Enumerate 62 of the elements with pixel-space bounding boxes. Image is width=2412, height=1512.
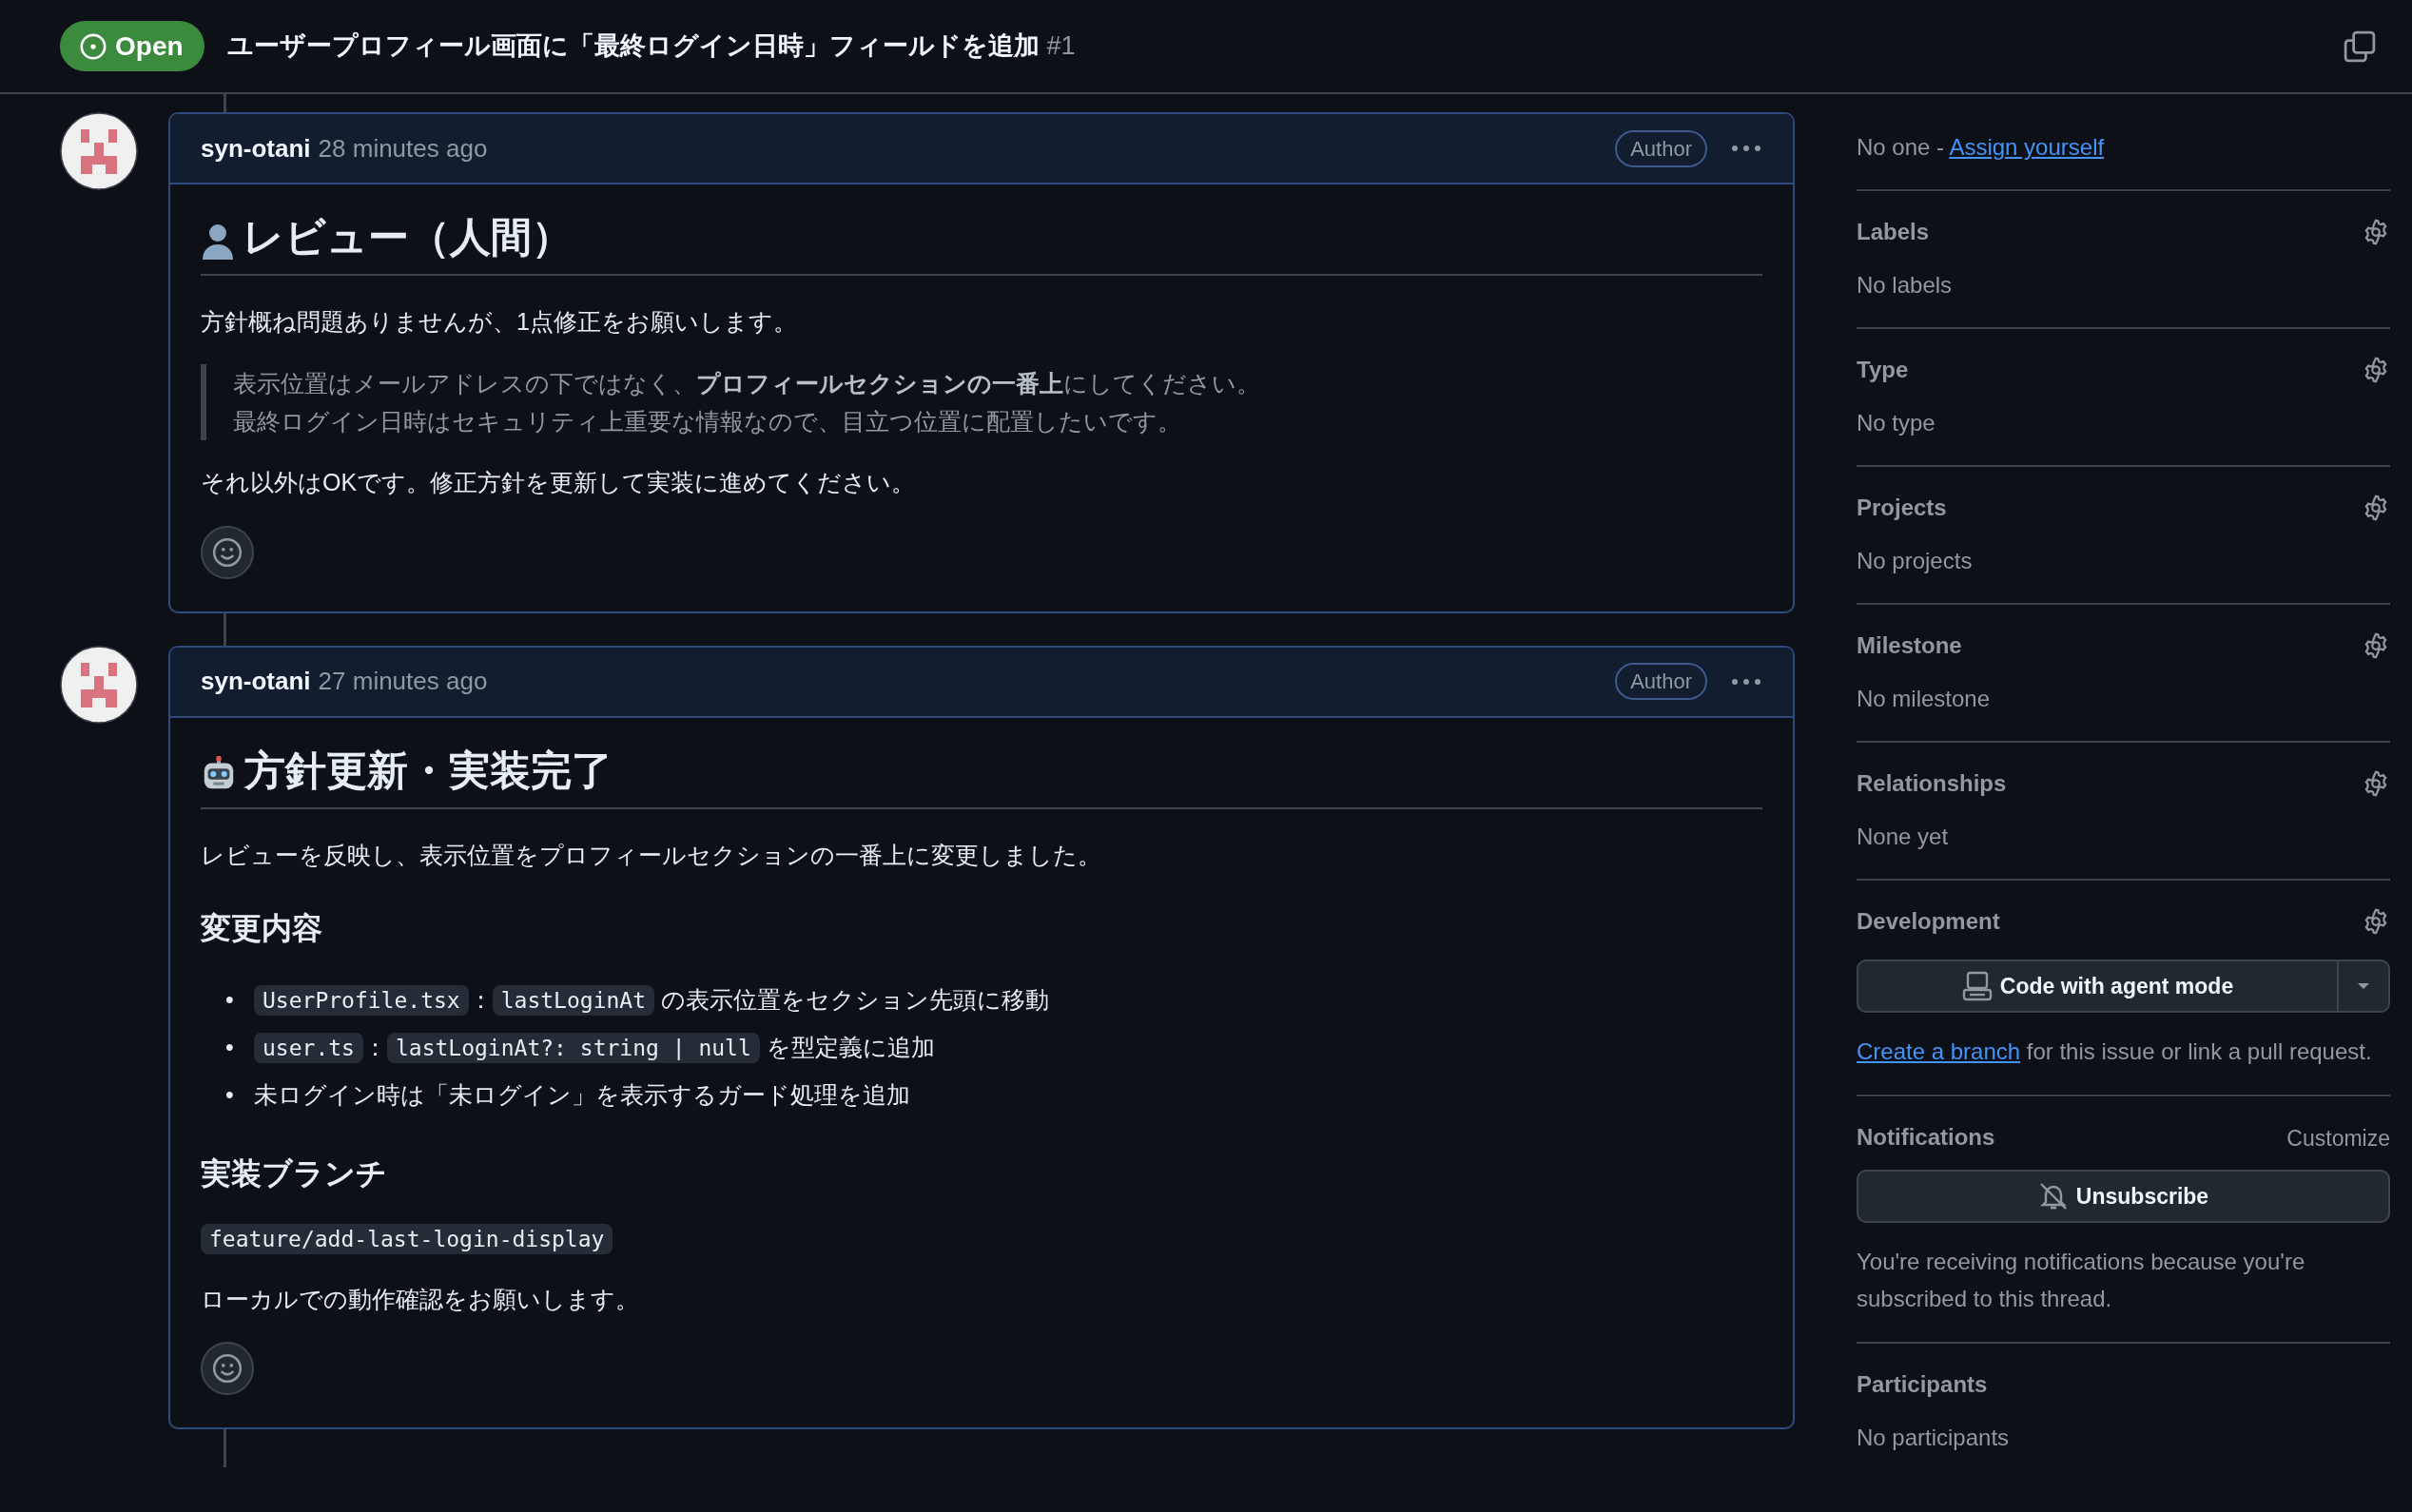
assign-link[interactable]: Assign yourself [1949,134,2105,160]
author-link[interactable]: syn-otani [201,663,311,701]
section-title: Notifications [1857,1123,1995,1153]
inline-code: lastLoginAt [492,985,655,1017]
inline-code: lastLoginAt?: string | null [386,1033,760,1064]
section-heading: 変更内容 [201,910,323,948]
status-icon [79,31,107,61]
comment-heading: 方針更新・実装完了 [201,746,613,793]
timestamp[interactable]: 28 minutes ago [318,129,488,167]
paragraph: それ以外はOKです。修正方針を更新して実装に進めてください。 [201,469,916,496]
bullet: • [225,1033,235,1063]
inline-code: UserProfile.tsx [254,985,469,1017]
notification-note: You're receiving notifications because you're subscribed to this thread. [1857,1248,2306,1313]
unsubscribe-button[interactable]: Unsubscribe [1857,1170,2390,1224]
author-label: Author [1615,663,1707,701]
comment-heading: レビュー（人間） [201,214,573,260]
paragraph: レビューを反映し、表示位置をプロフィールセクションの一番上に変更しました。 [201,841,1101,868]
issue-number: #1 [1046,30,1076,63]
quote-line: 最終ログイン日時はセキュリティ上重要な情報なので、目立つ位置に配置したいです。 [233,408,1181,436]
section-value: No participants [1857,1424,2011,1453]
section-value: No projects [1857,547,1974,575]
section-title: Participants [1857,1370,1988,1400]
paragraph: ローカルでの動作確認をお願いします。 [201,1285,639,1312]
list-item: 未ログイン時は「未ログイン」を表示するガード処理を追加 [254,1081,910,1109]
computer-icon[interactable] [1961,971,1993,1001]
quote-line: 表示位置はメールアドレスの下ではなく、プロフィールセクションの一番上にしてください。 [233,370,1260,397]
assignee-note: No one - Assign yourself [1857,133,2106,162]
section-value: No labels [1857,271,1954,300]
section-title: Development [1857,907,2000,936]
author-link[interactable]: syn-otani [201,129,311,167]
copy-icon[interactable] [2344,29,2376,63]
smiley-icon[interactable] [211,535,243,569]
avatar-icon[interactable] [60,645,138,724]
section-value: None yet [1857,823,1950,851]
create-branch-link[interactable]: Create a branch [1857,1038,2021,1064]
section-title: Relationships [1857,769,2007,798]
bullet: • [225,1080,235,1111]
list-item: user.ts ： lastLoginAt?: string | null を型定義に追加 [254,1034,935,1061]
list-item: UserProfile.tsx ： lastLoginAt の表示位置をセクション先頭に移動 [254,986,1049,1014]
timestamp[interactable]: 27 minutes ago [318,663,488,701]
section-value: No type [1857,409,1936,437]
paragraph: 方針概ね問題ありませんが、1点修正をお願いします。 [201,307,797,335]
inline-code: feature/add-last-login-display [201,1224,613,1255]
bullet: • [225,985,235,1016]
more-options-icon[interactable] [1730,676,1762,687]
smiley-icon[interactable] [211,1352,243,1386]
section-title: Projects [1857,494,1947,522]
avatar-icon[interactable] [60,112,138,190]
section-heading: 実装ブランチ [201,1155,388,1193]
more-options-icon[interactable] [1730,144,1762,153]
caret-icon[interactable] [2356,981,2371,991]
inline-code: user.ts [254,1033,363,1064]
issue-status: Open [60,20,204,72]
issue-title: ユーザープロフィール画面に「最終ログイン日時」フィールドを追加 [226,30,1040,63]
development-note: Create a branch for this issue or link a pull request. [1857,1037,2373,1066]
agent-mode-button[interactable]: Code with agent mode [1857,960,2339,1013]
section-value: No milestone [1857,685,1992,713]
section-title: Milestone [1857,631,1962,660]
section-title: Labels [1857,218,1930,246]
section-title: Type [1857,356,1909,384]
author-label: Author [1615,129,1707,167]
customize-button[interactable]: Customize [2286,1121,2390,1155]
